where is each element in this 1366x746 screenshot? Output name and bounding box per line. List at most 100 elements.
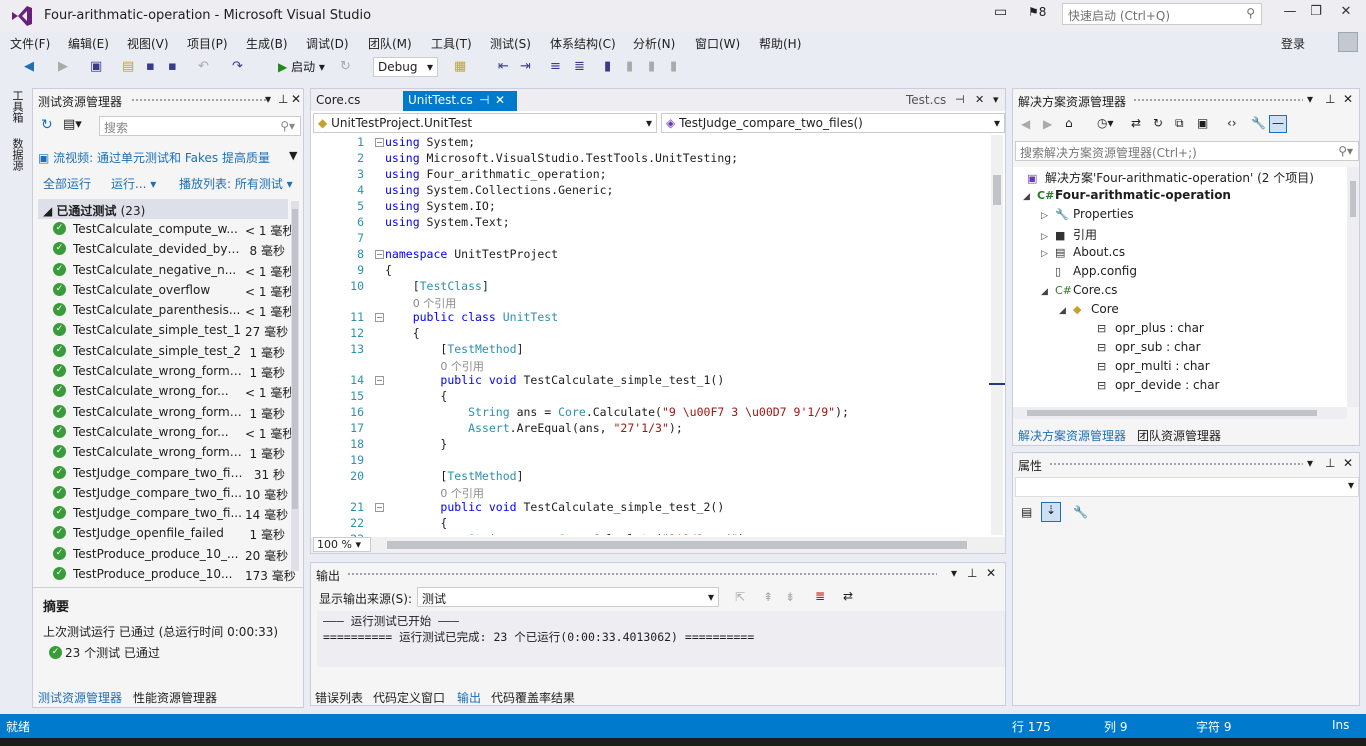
- menu-test[interactable]: 测试(S): [490, 35, 531, 52]
- open-folder-icon[interactable]: ▤: [122, 59, 134, 74]
- quick-launch-input[interactable]: 快速启动 (Ctrl+Q) ⚲: [1062, 3, 1262, 25]
- redo-icon[interactable]: ↷: [232, 59, 243, 74]
- solution-hscroll[interactable]: [1013, 407, 1347, 419]
- output-text[interactable]: ——— 运行测试已开始 ——— ========== 运行测试已完成: 23 个…: [317, 611, 993, 667]
- next-message-icon[interactable]: ⇟: [785, 590, 795, 604]
- run-all-link[interactable]: 全部运行: [43, 175, 91, 192]
- pin-icon[interactable]: ⊥: [1325, 456, 1335, 470]
- pin-icon[interactable]: ⊥: [967, 566, 977, 580]
- test-row[interactable]: ✓ TestCalculate_devided_by_z... 8 毫秒: [33, 239, 293, 259]
- run-dropdown[interactable]: 运行... ▾: [111, 175, 156, 192]
- step-over-icon[interactable]: ⇥: [520, 59, 531, 74]
- minimize-button[interactable]: —: [1276, 4, 1304, 24]
- pin-icon[interactable]: ⊥: [278, 92, 288, 106]
- menu-help[interactable]: 帮助(H): [759, 35, 801, 52]
- property-pages-icon[interactable]: 🔧: [1073, 505, 1088, 519]
- zoom-select[interactable]: 100 % ▾: [313, 537, 371, 552]
- configuration-select[interactable]: Debug ▾: [373, 57, 438, 77]
- solution-search-input[interactable]: 搜索解决方案资源管理器(Ctrl+;) ⚲▾: [1015, 141, 1359, 161]
- save-all-icon[interactable]: ▪: [168, 59, 177, 74]
- uncomment-icon[interactable]: ≣: [574, 59, 585, 74]
- tree-solution[interactable]: ▣ 解决方案'Four-arithmatic-operation' (2 个项目): [1027, 169, 1314, 188]
- clear-all-icon[interactable]: ≣: [815, 589, 825, 603]
- tab-core-cs[interactable]: Core.cs: [311, 91, 365, 111]
- solution-vscroll[interactable]: [1347, 167, 1359, 407]
- close-icon[interactable]: ✕: [291, 92, 301, 106]
- preview-icon[interactable]: —: [1269, 115, 1287, 133]
- word-wrap-icon[interactable]: ⇄: [843, 589, 853, 603]
- test-row[interactable]: ✓ TestCalculate_overflow < 1 毫秒: [33, 280, 294, 300]
- bookmark-icon[interactable]: ▮: [604, 59, 611, 74]
- show-all-files-icon[interactable]: ▣: [1197, 116, 1208, 130]
- menu-team[interactable]: 团队(M): [368, 35, 412, 52]
- test-row[interactable]: ✓ TestCalculate_wrong_for... < 1 毫秒: [33, 381, 294, 401]
- avatar[interactable]: [1338, 32, 1358, 52]
- test-row[interactable]: ✓ TestCalculate_negative_n... < 1 毫秒: [33, 260, 294, 280]
- login-link[interactable]: 登录: [1281, 35, 1305, 52]
- fold-toggle-icon[interactable]: −: [375, 250, 384, 259]
- tab-code-definition[interactable]: 代码定义窗口: [373, 689, 445, 706]
- output-source-select[interactable]: 测试 ▾: [417, 587, 719, 607]
- tab-code-coverage[interactable]: 代码覆盖率结果: [491, 689, 575, 706]
- next-bookmark-icon[interactable]: ▮: [648, 59, 655, 74]
- pane-dropdown-icon[interactable]: ▾: [1307, 456, 1313, 470]
- horizontal-scroll-thumb[interactable]: [387, 541, 967, 549]
- pane-dropdown-icon[interactable]: ▾: [1307, 92, 1313, 106]
- test-row[interactable]: ✓ TestCalculate_parenthesis... < 1 毫秒: [33, 300, 294, 320]
- tab-test-cs[interactable]: Test.cs: [901, 91, 951, 111]
- code-text[interactable]: using System; using Microsoft.VisualStud…: [385, 135, 985, 535]
- restore-button[interactable]: ❐: [1302, 4, 1330, 24]
- home-icon[interactable]: ⌂: [1065, 116, 1073, 130]
- test-row[interactable]: ✓ TestJudge_compare_two_fi... 10 毫秒: [33, 483, 293, 503]
- fold-toggle-icon[interactable]: −: [375, 313, 384, 322]
- find-icon[interactable]: ▦: [454, 59, 466, 74]
- new-project-icon[interactable]: ▣: [90, 59, 102, 74]
- properties-wrench-icon[interactable]: 🔧: [1251, 116, 1266, 130]
- class-navigation-dropdown[interactable]: ◆ UnitTestProject.UnitTest ▾: [313, 113, 657, 133]
- test-row[interactable]: ✓ TestCalculate_wrong_format... 1 毫秒: [33, 402, 293, 422]
- object-select[interactable]: ▾: [1015, 477, 1359, 497]
- test-row[interactable]: ✓ TestProduce_produce_10_... 20 毫秒: [33, 544, 293, 564]
- chevron-down-icon[interactable]: ▼: [289, 149, 297, 162]
- tree-about-cs[interactable]: ▷ ▤ About.cs: [1041, 245, 1125, 264]
- close-tab-icon[interactable]: ✕: [975, 93, 984, 106]
- stream-video-link[interactable]: ▣ 流视频: 通过单元测试和 Fakes 提高质量: [38, 149, 270, 166]
- menu-file[interactable]: 文件(F): [10, 35, 50, 52]
- tree-core-class[interactable]: ◢ ◆ Core: [1059, 302, 1119, 321]
- test-row[interactable]: ✓ TestJudge_openfile_failed 1 毫秒: [33, 523, 293, 543]
- tab-performance-explorer[interactable]: 性能资源管理器: [133, 689, 217, 706]
- find-message-icon[interactable]: ⇱: [735, 590, 745, 604]
- undo-icon[interactable]: ↶: [198, 59, 209, 74]
- toolbox-tab[interactable]: 工具箱: [9, 90, 25, 123]
- test-list-scrollbar[interactable]: [291, 201, 299, 571]
- history-icon[interactable]: ◷▾: [1097, 116, 1114, 130]
- back-icon[interactable]: ◀: [1021, 117, 1030, 131]
- comment-icon[interactable]: ≡: [550, 59, 561, 74]
- menu-architecture[interactable]: 体系结构(C): [550, 35, 616, 52]
- back-icon[interactable]: ◀: [24, 59, 34, 74]
- member-navigation-dropdown[interactable]: ◈ TestJudge_compare_two_files() ▾: [661, 113, 1005, 133]
- test-row[interactable]: ✓ TestCalculate_wrong_for... < 1 毫秒: [33, 422, 294, 442]
- menu-view[interactable]: 视图(V): [127, 35, 169, 52]
- fold-toggle-icon[interactable]: −: [375, 503, 384, 512]
- tree-field[interactable]: ⊟ opr_sub : char: [1097, 340, 1201, 359]
- alphabetical-icon[interactable]: ⇣: [1041, 502, 1061, 522]
- tree-field[interactable]: ⊟ opr_multi : char: [1097, 359, 1210, 378]
- start-button[interactable]: ▶ 启动 ▾: [278, 58, 325, 75]
- feedback-flag-icon[interactable]: ⚑8: [1028, 5, 1046, 19]
- refresh-icon[interactable]: ↻: [1153, 116, 1163, 130]
- forward-icon[interactable]: ▶: [1043, 117, 1052, 131]
- test-search-input[interactable]: 搜索 ⚲▾: [99, 116, 301, 136]
- editor-vertical-scrollbar[interactable]: [991, 135, 1003, 535]
- test-row[interactable]: ✓ TestCalculate_compute_w... < 1 毫秒: [33, 219, 294, 239]
- refresh-icon[interactable]: ↻: [340, 59, 351, 74]
- prev-bookmark-icon[interactable]: ▮: [626, 59, 633, 74]
- tab-list-icon[interactable]: ▾: [993, 93, 999, 106]
- tree-references[interactable]: ▷ ■ 引用: [1041, 226, 1097, 245]
- close-icon[interactable]: ✕: [1343, 456, 1353, 470]
- forward-icon[interactable]: ▶: [58, 59, 68, 74]
- tab-output[interactable]: 输出: [457, 689, 481, 706]
- close-tab-icon[interactable]: ✕: [495, 93, 505, 107]
- tab-test-explorer[interactable]: 测试资源管理器: [38, 689, 122, 706]
- tab-unittest-cs[interactable]: UnitTest.cs ⊣ ✕: [403, 91, 517, 111]
